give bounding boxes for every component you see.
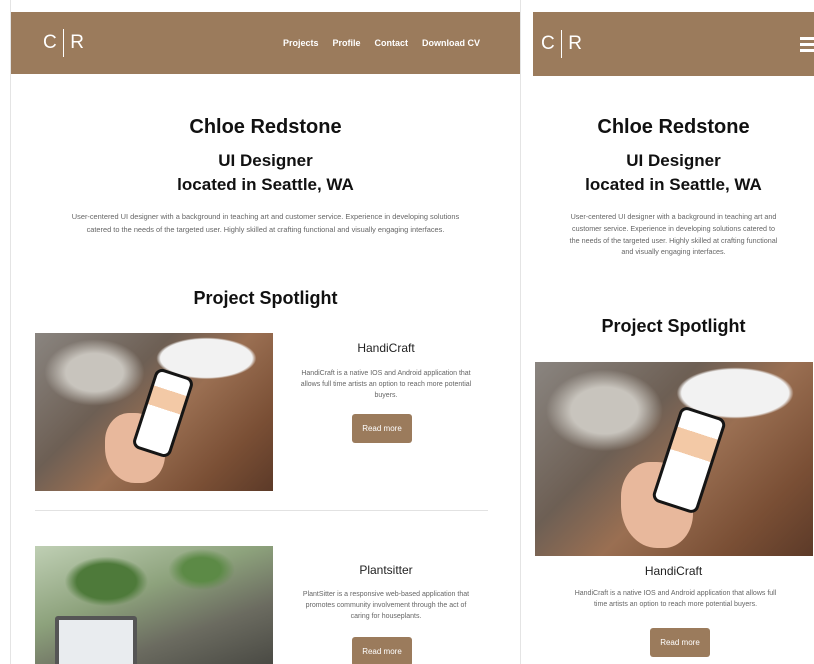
phone-shape xyxy=(650,405,728,515)
desktop-preview: C R Projects Profile Contact Download CV… xyxy=(10,0,521,664)
hamburger-line xyxy=(800,48,814,52)
plantsitter-title: Plantsitter xyxy=(359,563,413,577)
logo[interactable]: C R xyxy=(43,29,84,57)
hero-location: located in Seattle, WA xyxy=(177,175,354,194)
hero-bio-line: and visually engaging interfaces. xyxy=(621,247,726,257)
desc-line: buyers. xyxy=(374,392,398,399)
phone-screen xyxy=(654,408,724,512)
hero-name: Chloe Redstone xyxy=(189,116,342,138)
mobile-preview: C R Chloe Redstone UI Designer located i… xyxy=(533,0,814,664)
handicraft-photo[interactable] xyxy=(35,333,273,491)
hero-bio-line: customer service. Experience in developi… xyxy=(572,223,775,233)
desc-line: allows full time artists an option to re… xyxy=(300,381,472,388)
hamburger-menu-icon[interactable] xyxy=(800,36,814,52)
logo-letter-c: C xyxy=(541,33,556,54)
logo-letter-r: R xyxy=(70,32,85,53)
hero: Chloe Redstone UI Designer located in Se… xyxy=(11,116,520,236)
hero-bio-line: the needs of the targeted user. Highly s… xyxy=(569,235,778,245)
hamburger-line xyxy=(800,42,814,46)
handicraft-description: HandiCraft is a native IOS and Android a… xyxy=(281,368,491,401)
phone-screen xyxy=(134,370,192,456)
handicraft-read-more-button[interactable]: Read more xyxy=(650,628,710,657)
divider xyxy=(35,510,488,511)
hero-bio: User-centered UI designer with a backgro… xyxy=(19,211,512,236)
desc-line: HandiCraft is a native IOS and Android a… xyxy=(574,590,777,597)
handicraft-title: HandiCraft xyxy=(644,564,703,578)
spotlight-title: Project Spotlight xyxy=(601,316,746,336)
nav-download-cv[interactable]: Download CV xyxy=(422,38,480,48)
plantsitter-description: PlantSitter is a responsive web-based ap… xyxy=(275,589,497,622)
handicraft-photo[interactable] xyxy=(535,362,813,556)
nav-projects[interactable]: Projects xyxy=(283,38,319,48)
logo-letter-c: C xyxy=(43,32,58,53)
hamburger-line xyxy=(800,36,814,40)
hero-bio-line: catered to the needs of the targeted use… xyxy=(86,224,445,234)
desc-line: caring for houseplants. xyxy=(350,613,422,620)
desc-line: promotes community involvement through t… xyxy=(305,602,467,609)
nav-profile[interactable]: Profile xyxy=(332,38,360,48)
logo[interactable]: C R xyxy=(541,30,582,58)
hero-role: UI Designer xyxy=(626,151,721,170)
navbar: C R Projects Profile Contact Download CV xyxy=(11,12,520,74)
logo-divider xyxy=(63,29,65,57)
handicraft-title: HandiCraft xyxy=(357,341,415,355)
navbar: C R xyxy=(533,12,814,76)
plantsitter-photo[interactable] xyxy=(35,546,273,664)
plantsitter-read-more-button[interactable]: Read more xyxy=(352,637,412,664)
hero-role: UI Designer xyxy=(218,151,313,170)
laptop-shape xyxy=(55,616,137,664)
hero-bio-line: User-centered UI designer with a backgro… xyxy=(570,212,777,221)
desc-line: time artists an option to reach more pot… xyxy=(593,601,758,608)
logo-letter-r: R xyxy=(568,33,583,54)
handicraft-description: HandiCraft is a native IOS and Android a… xyxy=(537,588,814,610)
hero: Chloe Redstone UI Designer located in Se… xyxy=(533,116,814,258)
logo-divider xyxy=(561,30,563,58)
hero-bio: User-centered UI designer with a backgro… xyxy=(537,211,810,258)
nav-contact[interactable]: Contact xyxy=(375,38,409,48)
hero-name: Chloe Redstone xyxy=(597,116,750,138)
laptop-screen xyxy=(59,620,133,664)
nav-links: Projects Profile Contact Download CV xyxy=(283,38,480,48)
handicraft-read-more-button[interactable]: Read more xyxy=(352,414,412,443)
spotlight-title: Project Spotlight xyxy=(193,288,338,308)
desc-line: PlantSitter is a responsive web-based ap… xyxy=(302,591,470,598)
desc-line: HandiCraft is a native IOS and Android a… xyxy=(301,370,471,377)
hero-bio-line: User-centered UI designer with a backgro… xyxy=(71,212,460,221)
hero-location: located in Seattle, WA xyxy=(585,175,762,194)
